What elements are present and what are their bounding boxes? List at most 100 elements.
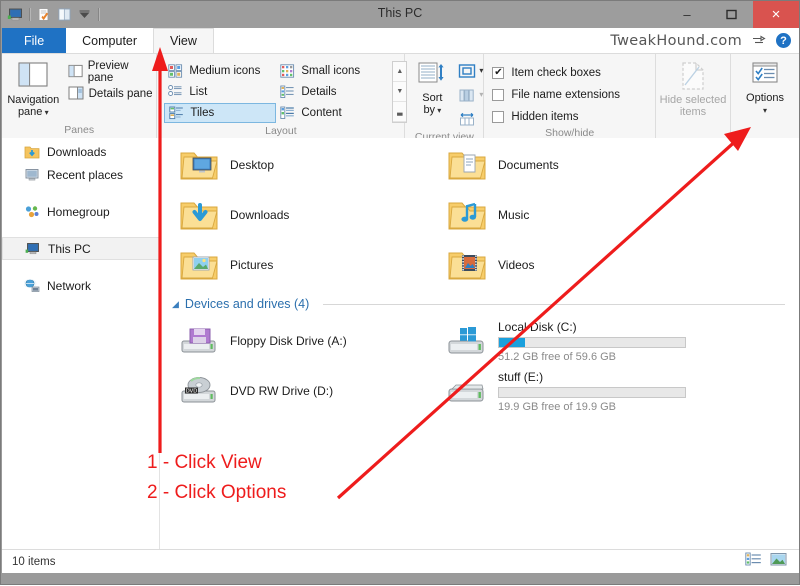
size-all-columns-button[interactable]	[458, 108, 483, 130]
layout-medium-icons[interactable]: Medium icons	[164, 61, 276, 81]
section-header-devices[interactable]: ◢ Devices and drives (4)	[160, 292, 799, 316]
file-name-extensions-label: File name extensions	[511, 88, 621, 101]
window-controls[interactable]: – ×	[665, 1, 799, 28]
ribbon-group-options: Options ▾	[731, 54, 799, 139]
layout-tiles[interactable]: Tiles	[164, 103, 277, 123]
folders-grid: Desktop Documents Downloads Music Pictur…	[160, 140, 799, 290]
list-item[interactable]: stuff (E:) 19.9 GB free of 19.9 GB	[438, 366, 706, 416]
collapse-triangle-icon[interactable]: ◢	[172, 299, 179, 310]
status-view-buttons	[745, 552, 799, 572]
panes-small-items: Preview pane Details pane	[65, 58, 157, 103]
minimize-button[interactable]: –	[665, 1, 709, 28]
layout-small-icons[interactable]: Small icons	[276, 61, 388, 81]
homegroup-icon	[25, 206, 39, 218]
list-item[interactable]: Music	[438, 190, 706, 240]
hidden-items-checkbox[interactable]	[492, 110, 505, 123]
ribbon-tab-row: File Computer View TweakHound.com ?	[2, 28, 799, 53]
hidden-items-row[interactable]: Hidden items	[492, 107, 620, 126]
ribbon-content: Navigation pane ▾ Preview pane Details p…	[2, 53, 799, 143]
layout-medium-icons-label: Medium icons	[189, 65, 261, 77]
minimize-ribbon-icon[interactable]	[751, 34, 767, 48]
navigation-pane-caret-icon[interactable]: ▾	[42, 108, 49, 117]
add-columns-caret-icon[interactable]: ▾	[479, 91, 483, 99]
item-check-boxes-row[interactable]: ✔ Item check boxes	[492, 63, 620, 82]
hard-drive-icon	[448, 384, 484, 402]
sidebar-item-network[interactable]: Network	[2, 274, 159, 297]
sidebar-item-homegroup[interactable]: Homegroup	[2, 200, 159, 223]
maximize-button[interactable]	[709, 1, 753, 28]
list-item[interactable]: Floppy Disk Drive (A:)	[170, 316, 438, 366]
layout-details[interactable]: Details	[276, 82, 388, 102]
file-name-extensions-checkbox[interactable]	[492, 88, 505, 101]
options-icon	[752, 62, 778, 83]
sidebar-item-downloads[interactable]: Downloads	[2, 140, 159, 163]
size-all-columns-icon	[460, 112, 475, 125]
close-button[interactable]: ×	[753, 1, 799, 28]
group-by-icon	[459, 63, 476, 78]
network-icon	[24, 279, 40, 292]
tiles-view-icon	[169, 106, 184, 120]
content-view-icon	[280, 106, 295, 119]
options-caret-icon[interactable]: ▾	[763, 106, 767, 115]
tab-view[interactable]: View	[153, 28, 214, 53]
sidebar-item-this-pc[interactable]: This PC	[2, 237, 159, 260]
sort-by-caret-icon[interactable]: ▾	[435, 106, 441, 115]
options-label: Options	[746, 92, 784, 104]
add-columns-button[interactable]: ▾	[458, 84, 483, 106]
ribbon-area: File Computer View TweakHound.com ? Navi…	[2, 28, 799, 143]
large-icons-view-icon[interactable]	[770, 552, 787, 572]
drive-label: Floppy Disk Drive (A:)	[230, 334, 347, 348]
layout-content[interactable]: Content	[276, 103, 388, 123]
list-item[interactable]: Pictures	[170, 240, 438, 290]
annotation-step-1: 1 - Click View	[147, 452, 262, 473]
details-pane-icon	[68, 86, 84, 100]
list-item[interactable]: Desktop	[170, 140, 438, 190]
navigation-pane: Downloads Recent places Homegroup This P…	[2, 138, 160, 549]
options-button[interactable]: Options ▾	[731, 58, 799, 116]
hide-selected-items-button: Hide selected items	[656, 58, 730, 118]
layout-tiles-label: Tiles	[190, 107, 215, 119]
ribbon-group-show-hide: ✔ Item check boxes File name extensions …	[484, 54, 656, 139]
layout-list[interactable]: List	[164, 82, 276, 102]
item-check-boxes-checkbox[interactable]: ✔	[492, 66, 505, 79]
preview-pane-icon	[68, 64, 83, 78]
sort-by-button[interactable]: Sort by ▾	[409, 58, 455, 116]
details-pane-button[interactable]: Details pane	[65, 84, 157, 103]
file-name-extensions-row[interactable]: File name extensions	[492, 85, 620, 104]
navigation-pane-label-1: Navigation	[7, 94, 60, 106]
watermark-text: TweakHound.com	[610, 32, 742, 49]
hide-selected-label-1: Hide selected	[659, 94, 727, 106]
music-folder-icon	[448, 202, 486, 230]
group-label-panes: Panes	[64, 124, 95, 136]
details-pane-label: Details pane	[88, 87, 153, 100]
group-by-caret-icon[interactable]: ▾	[479, 67, 483, 75]
sort-by-icon	[418, 62, 444, 83]
list-item[interactable]: Documents	[438, 140, 706, 190]
details-view-icon[interactable]	[745, 552, 762, 572]
tab-computer[interactable]: Computer	[66, 28, 154, 53]
drive-label: stuff (E:)	[498, 369, 544, 384]
layout-gallery-column-2: Small icons Details Content	[276, 61, 388, 123]
preview-pane-label: Preview pane	[87, 59, 129, 84]
drive-label: DVD RW Drive (D:)	[230, 384, 334, 398]
list-item[interactable]: Local Disk (C:) 51.2 GB free of 59.6 GB	[438, 316, 706, 366]
tab-file[interactable]: File	[2, 28, 67, 53]
floppy-drive-icon	[181, 328, 216, 353]
show-hide-checkboxes: ✔ Item check boxes File name extensions …	[484, 58, 620, 126]
list-item[interactable]: Downloads	[170, 190, 438, 240]
list-item[interactable]: Videos	[438, 240, 706, 290]
section-rule	[323, 303, 785, 305]
sidebar-item-recent-places[interactable]: Recent places	[2, 163, 159, 186]
sidebar-network-label: Network	[47, 278, 92, 293]
help-icon[interactable]: ?	[776, 33, 791, 48]
preview-pane-button[interactable]: Preview pane	[65, 59, 157, 84]
list-item[interactable]: DVD DVD RW Drive (D:)	[170, 366, 438, 416]
hidden-items-label: Hidden items	[511, 110, 579, 123]
navigation-pane-button[interactable]: Navigation pane ▾	[2, 58, 65, 118]
drive-usage-fill	[499, 337, 526, 347]
group-by-button[interactable]: ▾	[458, 60, 483, 82]
layout-gallery[interactable]: Medium icons List Tiles Small icons Deta…	[163, 58, 408, 124]
list-view-icon	[168, 85, 182, 96]
recent-places-icon	[25, 169, 39, 181]
downloads-folder-icon	[180, 202, 218, 230]
